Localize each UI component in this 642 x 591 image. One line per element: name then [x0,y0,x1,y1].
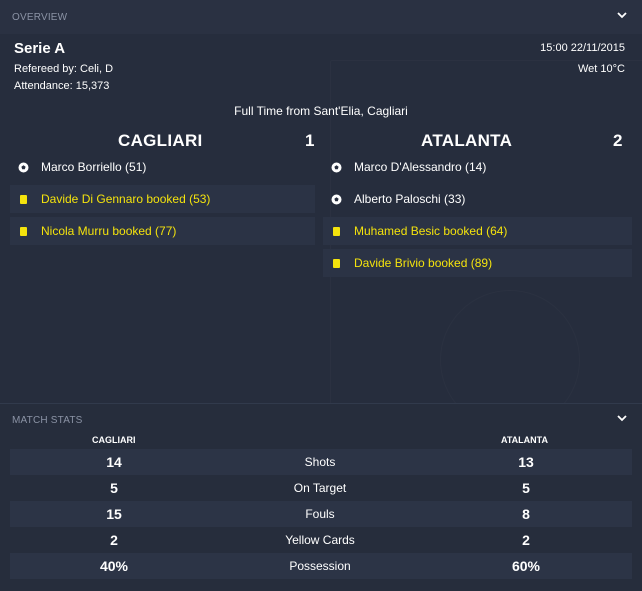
away-event-goal[interactable]: Marco D'Alessandro (14) [323,153,632,181]
away-event-booking[interactable]: Davide Brivio booked (89) [323,249,632,277]
stat-home-value: 40% [99,558,129,574]
stat-row-possession: 40% Possession 60% [10,553,632,579]
stat-home-value: 14 [106,454,122,470]
home-score: 1 [305,131,315,150]
competition-title[interactable]: Serie A [14,40,65,57]
yellow-card-icon [18,194,29,205]
chevron-down-icon[interactable] [616,412,628,424]
attendance-info: Attendance: 15,373 [14,80,110,92]
stat-row-yellow-cards: 2 Yellow Cards 2 [10,527,632,553]
referee-info: Refereed by: Celi, D [14,63,114,75]
stat-label: Fouls [305,507,335,521]
yellow-card-icon [331,226,342,237]
stat-row-on-target: 5 On Target 5 [10,475,632,501]
away-team-name[interactable]: ATALANTA [421,131,512,151]
event-text: Alberto Paloschi (33) [354,192,466,206]
match-status: Full Time from Sant'Elia, Cagliari [234,104,408,118]
stat-home-value: 15 [106,506,122,522]
stat-away-value: 5 [522,480,530,496]
home-team-name[interactable]: CAGLIARI [118,131,203,151]
match-stats-section-title: MATCH STATS [12,415,83,426]
yellow-card-icon [331,258,342,269]
match-stats-panel: MATCH STATS CAGLIARI ATALANTA 14 Shots 1… [0,403,642,591]
weather-info: Wet 10°C [578,63,625,75]
home-event-booking[interactable]: Davide Di Gennaro booked (53) [10,185,315,213]
overview-section-title: OVERVIEW [12,12,68,23]
stat-away-value: 8 [522,506,530,522]
stats-home-label: CAGLIARI [92,435,136,445]
event-text: Marco Borriello (51) [41,160,147,174]
chevron-down-icon[interactable] [616,9,628,21]
home-event-booking[interactable]: Nicola Murru booked (77) [10,217,315,245]
event-text: Davide Brivio booked (89) [354,256,493,270]
away-event-goal[interactable]: Alberto Paloschi (33) [323,185,632,213]
football-icon [331,194,342,205]
stat-home-value: 2 [110,532,118,548]
kickoff-time: 15:00 22/11/2015 [540,42,625,54]
yellow-card-icon [18,226,29,237]
stat-away-value: 2 [522,532,530,548]
match-stats-header[interactable]: MATCH STATS [0,404,642,438]
stat-label: Possession [289,559,351,573]
stat-label: On Target [293,481,347,495]
football-icon [18,162,29,173]
stat-label: Yellow Cards [285,533,355,547]
home-event-goal[interactable]: Marco Borriello (51) [10,153,315,181]
stat-home-value: 5 [110,480,118,496]
stat-row-shots: 14 Shots 13 [10,449,632,475]
stat-away-value: 60% [511,558,541,574]
event-text: Marco D'Alessandro (14) [354,160,487,174]
stat-away-value: 13 [518,454,534,470]
stats-away-label: ATALANTA [501,435,548,445]
stat-label: Shots [304,455,336,469]
event-text: Muhamed Besic booked (64) [354,224,508,238]
football-icon [331,162,342,173]
overview-panel: OVERVIEW Serie A Refereed by: Celi, D At… [0,0,642,403]
away-score: 2 [613,131,623,150]
stat-row-fouls: 15 Fouls 8 [10,501,632,527]
overview-header[interactable]: OVERVIEW [0,0,642,34]
away-event-booking[interactable]: Muhamed Besic booked (64) [323,217,632,245]
event-text: Davide Di Gennaro booked (53) [41,192,211,206]
event-text: Nicola Murru booked (77) [41,224,177,238]
